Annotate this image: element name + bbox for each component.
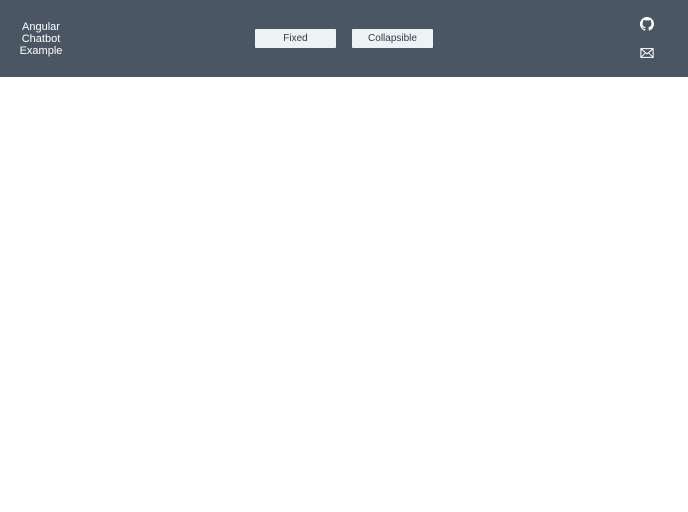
mail-icon [640,46,654,60]
top-navbar: Angular Chatbot Example Fixed Collapsibl… [0,0,688,77]
collapsible-button[interactable]: Collapsible [352,29,433,48]
fixed-button[interactable]: Fixed [255,29,336,48]
app-root: Angular Chatbot Example Fixed Collapsibl… [0,0,688,512]
github-link[interactable] [640,17,654,31]
main-content-area [0,77,688,512]
mail-link[interactable] [640,46,654,60]
brand-title[interactable]: Angular Chatbot Example [11,21,71,57]
brand-line-1: Angular [22,21,60,33]
brand-line-2: Chatbot [21,33,61,45]
github-icon [640,17,654,31]
brand-line-3: Example [19,45,63,57]
